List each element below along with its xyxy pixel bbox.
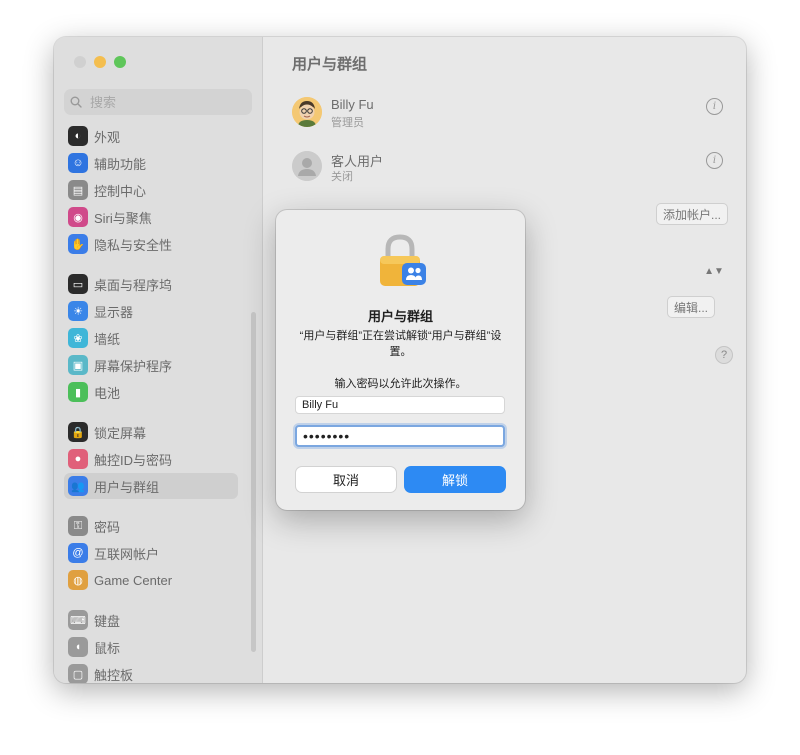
sidebar-item[interactable]: ❀ 墙纸: [64, 325, 238, 351]
sidebar-item[interactable]: ✋ 隐私与安全性: [64, 231, 238, 257]
stepper-chevron-icon[interactable]: ▲ ▼: [704, 261, 724, 281]
memoji-avatar-icon: [292, 97, 322, 127]
chevron-down-icon: ▼: [714, 265, 724, 277]
sidebar-item-label: 控制中心: [94, 183, 147, 199]
sidebar-item[interactable]: ◉ Siri与聚焦: [64, 204, 238, 230]
username-field[interactable]: [295, 396, 505, 414]
sidebar-item-label: 锁定屏幕: [94, 425, 147, 441]
user-role: 关闭: [331, 171, 353, 183]
sidebar-item-label: 隐私与安全性: [94, 237, 173, 253]
sidebar-item-label: 用户与群组: [94, 479, 160, 495]
mouse-icon: ◖: [68, 637, 88, 657]
desktop-dock-icon: ▭: [68, 274, 88, 294]
chevron-up-icon: ▲: [704, 265, 714, 277]
cancel-button[interactable]: 取消: [295, 466, 397, 493]
sidebar-item-label: Game Center: [94, 572, 173, 588]
lock-icon: [376, 232, 428, 292]
sidebar-item-label: 电池: [94, 385, 121, 401]
lock-screen-icon: 🔒: [68, 422, 88, 442]
sidebar-item[interactable]: ⚿ 密码: [64, 513, 238, 539]
user-row-billy-fu[interactable]: Billy Fu 管理员: [292, 97, 722, 137]
sidebar-item[interactable]: ▤ 控制中心: [64, 177, 238, 203]
sidebar-item-label: 密码: [94, 519, 121, 535]
internet-accounts-icon: @: [68, 543, 88, 563]
padlock-users-icon: [380, 234, 426, 286]
avatar: [292, 97, 322, 127]
siri-icon: ◉: [68, 207, 88, 227]
sidebar-item[interactable]: ☀ 显示器: [64, 298, 238, 324]
page-title: 用户与群组: [292, 56, 368, 73]
wallpaper-icon: ❀: [68, 328, 88, 348]
sidebar-item-label: 鼠标: [94, 640, 121, 656]
game-center-icon: ◍: [68, 570, 88, 590]
appearance-icon: ◐: [68, 126, 88, 146]
touch-id-icon: ●: [68, 449, 88, 469]
dialog-prompt: 输入密码以允许此次操作。: [334, 378, 467, 390]
battery-icon: ▮: [68, 382, 88, 402]
dialog-message: “用户与群组”正在尝试解锁“用户与群组”设置。: [299, 330, 502, 358]
sidebar-item-label: 互联网帐户: [94, 546, 160, 562]
sidebar-item-label: 触控板: [94, 667, 134, 683]
help-button[interactable]: ?: [715, 346, 733, 364]
unlock-dialog: 用户与群组 “用户与群组”正在尝试解锁“用户与群组”设置。 输入密码以允许此次操…: [276, 210, 525, 510]
sidebar-item[interactable]: ◍ Game Center: [64, 567, 238, 593]
sidebar-item[interactable]: ▣ 屏幕保护程序: [64, 352, 238, 378]
sidebar-item[interactable]: ▭ 桌面与程序坞: [64, 271, 238, 297]
sidebar-item-label: 触控ID与密码: [94, 452, 173, 468]
unlock-button[interactable]: 解锁: [404, 466, 506, 493]
sidebar-item[interactable]: ☺ 辅助功能: [64, 150, 238, 176]
sidebar-item[interactable]: ▢ 触控板: [64, 661, 238, 683]
sidebar-item-label: 键盘: [94, 613, 121, 629]
info-icon[interactable]: i: [706, 98, 723, 115]
sidebar-item[interactable]: ▮ 电池: [64, 379, 238, 405]
screensaver-icon: ▣: [68, 355, 88, 375]
edit-button[interactable]: 编辑...: [667, 296, 716, 318]
privacy-hand-icon: ✋: [68, 234, 88, 254]
sidebar-item-label: 屏幕保护程序: [94, 358, 173, 374]
sidebar-item[interactable]: ● 触控ID与密码: [64, 446, 238, 472]
search-field[interactable]: [64, 89, 252, 115]
sidebar: ◐ 外观 ☺ 辅助功能 ▤ 控制中心 ◉ Siri与聚焦 ✋ 隐私与安全性 ▭ 桌面与程序坞 ☀ 显示器 ❀…: [54, 37, 263, 683]
search-input[interactable]: [88, 93, 242, 111]
accessibility-icon: ☺: [68, 153, 88, 173]
sidebar-item-label: 辅助功能: [94, 156, 147, 172]
sidebar-scrollbar[interactable]: [251, 312, 256, 652]
dialog-title: 用户与群组: [367, 309, 433, 324]
display-icon: ☀: [68, 301, 88, 321]
sidebar-item-label: 显示器: [94, 304, 134, 320]
control-center-icon: ▤: [68, 180, 88, 200]
sidebar-item[interactable]: ◖ 鼠标: [64, 634, 238, 660]
user-role: 管理员: [331, 117, 364, 129]
sidebar-item[interactable]: ◐ 外观: [64, 123, 238, 149]
guest-user-icon: [292, 151, 322, 181]
user-row-guest[interactable]: 客人用户 关闭: [292, 151, 722, 191]
maximize-window-button[interactable]: [114, 56, 126, 68]
window-controls: [74, 56, 126, 68]
search-icon: [70, 96, 82, 108]
keyboard-icon: ⌨: [68, 610, 88, 630]
sidebar-item[interactable]: @ 互联网帐户: [64, 540, 238, 566]
sidebar-item[interactable]: ⌨ 键盘: [64, 607, 238, 633]
info-icon[interactable]: i: [706, 152, 723, 169]
sidebar-item-label: 墙纸: [94, 331, 121, 347]
users-groups-icon: 👥: [68, 476, 88, 496]
sidebar-item-label: 外观: [94, 129, 121, 145]
sidebar-item-label: 桌面与程序坞: [94, 277, 173, 293]
minimize-window-button[interactable]: [94, 56, 106, 68]
add-account-button[interactable]: 添加帐户...: [656, 203, 729, 225]
sidebar-item[interactable]: 🔒 锁定屏幕: [64, 419, 238, 445]
key-icon: ⚿: [68, 516, 88, 536]
trackpad-icon: ▢: [68, 664, 88, 683]
password-field[interactable]: [295, 425, 505, 447]
sidebar-item-label: Siri与聚焦: [94, 210, 152, 226]
avatar: [292, 151, 322, 181]
sidebar-item[interactable]: 👥 用户与群组: [64, 473, 238, 499]
close-window-button[interactable]: [74, 56, 86, 68]
user-name: Billy Fu: [331, 97, 374, 112]
